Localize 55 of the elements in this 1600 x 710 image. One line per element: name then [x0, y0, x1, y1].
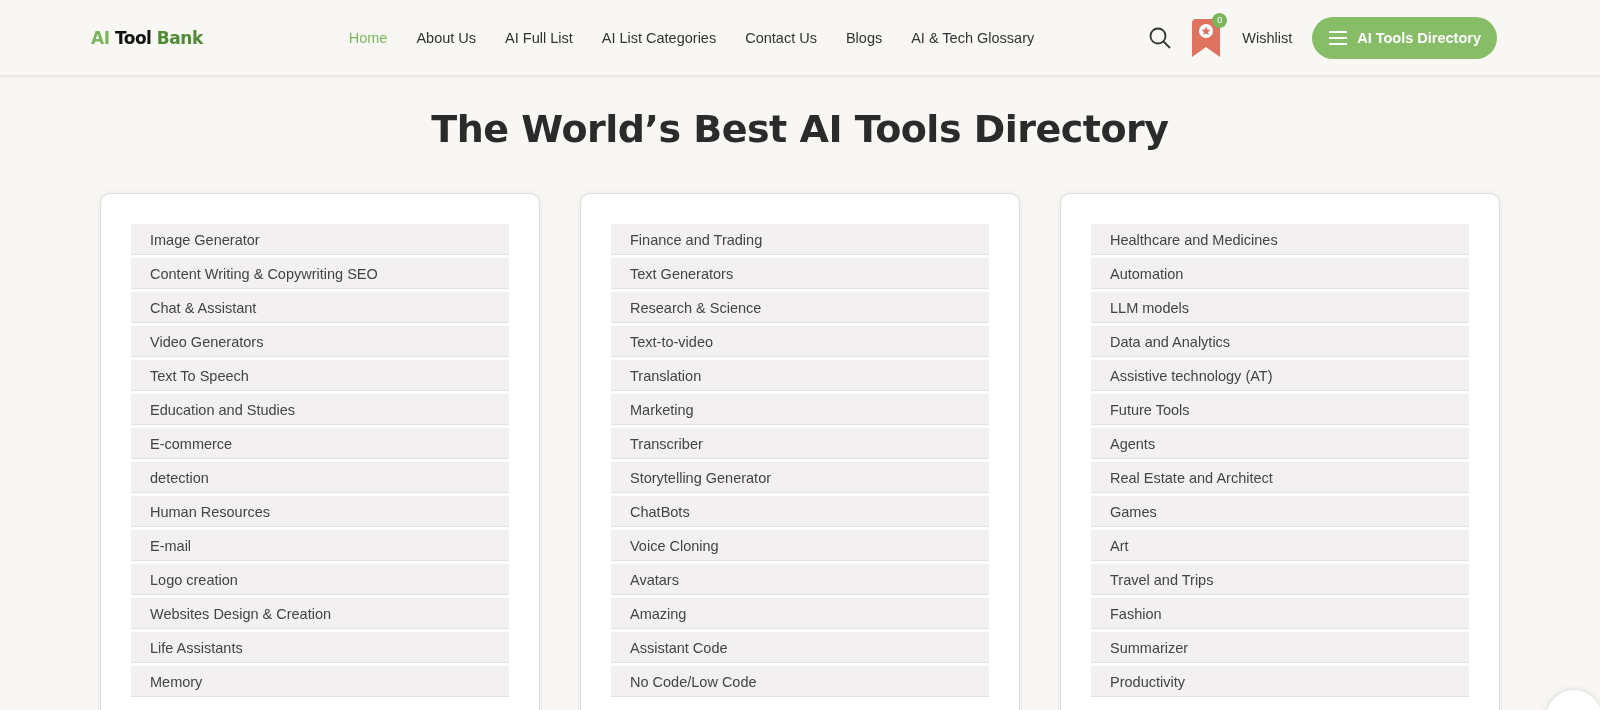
- category-link[interactable]: Games: [1091, 496, 1469, 527]
- category-link[interactable]: Websites Design & Creation: [131, 598, 509, 629]
- category-link[interactable]: ChatBots: [611, 496, 989, 527]
- category-link[interactable]: detection: [131, 462, 509, 493]
- category-link[interactable]: Fashion: [1091, 598, 1469, 629]
- menu-icon: [1328, 29, 1349, 46]
- category-link[interactable]: Chat & Assistant: [131, 292, 509, 323]
- category-link[interactable]: Travel and Trips: [1091, 564, 1469, 595]
- bookmark-star-icon[interactable]: [1192, 18, 1221, 57]
- category-link[interactable]: Art: [1091, 530, 1469, 561]
- category-link[interactable]: Research & Science: [611, 292, 989, 323]
- category-link[interactable]: Text Generators: [611, 258, 989, 289]
- category-link[interactable]: Voice Cloning: [611, 530, 989, 561]
- nav-link[interactable]: Contact Us: [745, 29, 817, 46]
- category-link[interactable]: Translation: [611, 360, 989, 391]
- category-link[interactable]: Text To Speech: [131, 360, 509, 391]
- search-icon[interactable]: [1148, 25, 1173, 50]
- category-link[interactable]: Future Tools: [1091, 394, 1469, 425]
- page-heading: The World’s Best AI Tools Directory: [431, 107, 1169, 151]
- nav-link[interactable]: Blogs: [845, 29, 883, 46]
- category-link[interactable]: Finance and Trading: [611, 224, 989, 255]
- category-link[interactable]: Assistive technology (AT): [1091, 360, 1469, 391]
- category-link[interactable]: Logo creation: [131, 564, 509, 595]
- category-link[interactable]: Marketing: [611, 394, 989, 425]
- category-link[interactable]: Text-to-video: [611, 326, 989, 357]
- category-link[interactable]: Content Writing & Copywriting SEO: [131, 258, 509, 289]
- category-link[interactable]: Transcriber: [611, 428, 989, 459]
- nav-link[interactable]: AI Full List: [505, 29, 573, 46]
- category-link[interactable]: Amazing: [611, 598, 989, 629]
- category-link[interactable]: Human Resources: [131, 496, 509, 527]
- wishlist-count-badge: 0: [1212, 12, 1228, 28]
- category-link[interactable]: Real Estate and Architect: [1091, 462, 1469, 493]
- category-link[interactable]: E-mail: [131, 530, 509, 561]
- category-link[interactable]: Storytelling Generator: [611, 462, 989, 493]
- category-link[interactable]: E-commerce: [131, 428, 509, 459]
- category-link[interactable]: Life Assistants: [131, 632, 509, 663]
- category-link[interactable]: Assistant Code: [611, 632, 989, 663]
- nav-link[interactable]: AI & Tech Glossary: [911, 29, 1035, 46]
- category-link[interactable]: Image Generator: [131, 224, 509, 255]
- category-link[interactable]: Video Generators: [131, 326, 509, 357]
- category-link[interactable]: Healthcare and Medicines: [1091, 224, 1469, 255]
- category-link[interactable]: Memory: [131, 666, 509, 697]
- site-logo[interactable]: AI Tool Bank: [91, 27, 203, 48]
- category-link[interactable]: Avatars: [611, 564, 989, 595]
- category-link[interactable]: No Code/Low Code: [611, 666, 989, 697]
- wishlist-link[interactable]: Wishlist: [1242, 29, 1293, 46]
- category-link[interactable]: Productivity: [1091, 666, 1469, 697]
- category-link[interactable]: Education and Studies: [131, 394, 509, 425]
- category-link[interactable]: Data and Analytics: [1091, 326, 1469, 357]
- category-link[interactable]: Agents: [1091, 428, 1469, 459]
- category-link[interactable]: LLM models: [1091, 292, 1469, 323]
- nav-link[interactable]: About Us: [416, 29, 477, 46]
- nav-link[interactable]: AI List Categories: [601, 29, 717, 46]
- category-link[interactable]: Automation: [1091, 258, 1469, 289]
- category-link[interactable]: Summarizer: [1091, 632, 1469, 663]
